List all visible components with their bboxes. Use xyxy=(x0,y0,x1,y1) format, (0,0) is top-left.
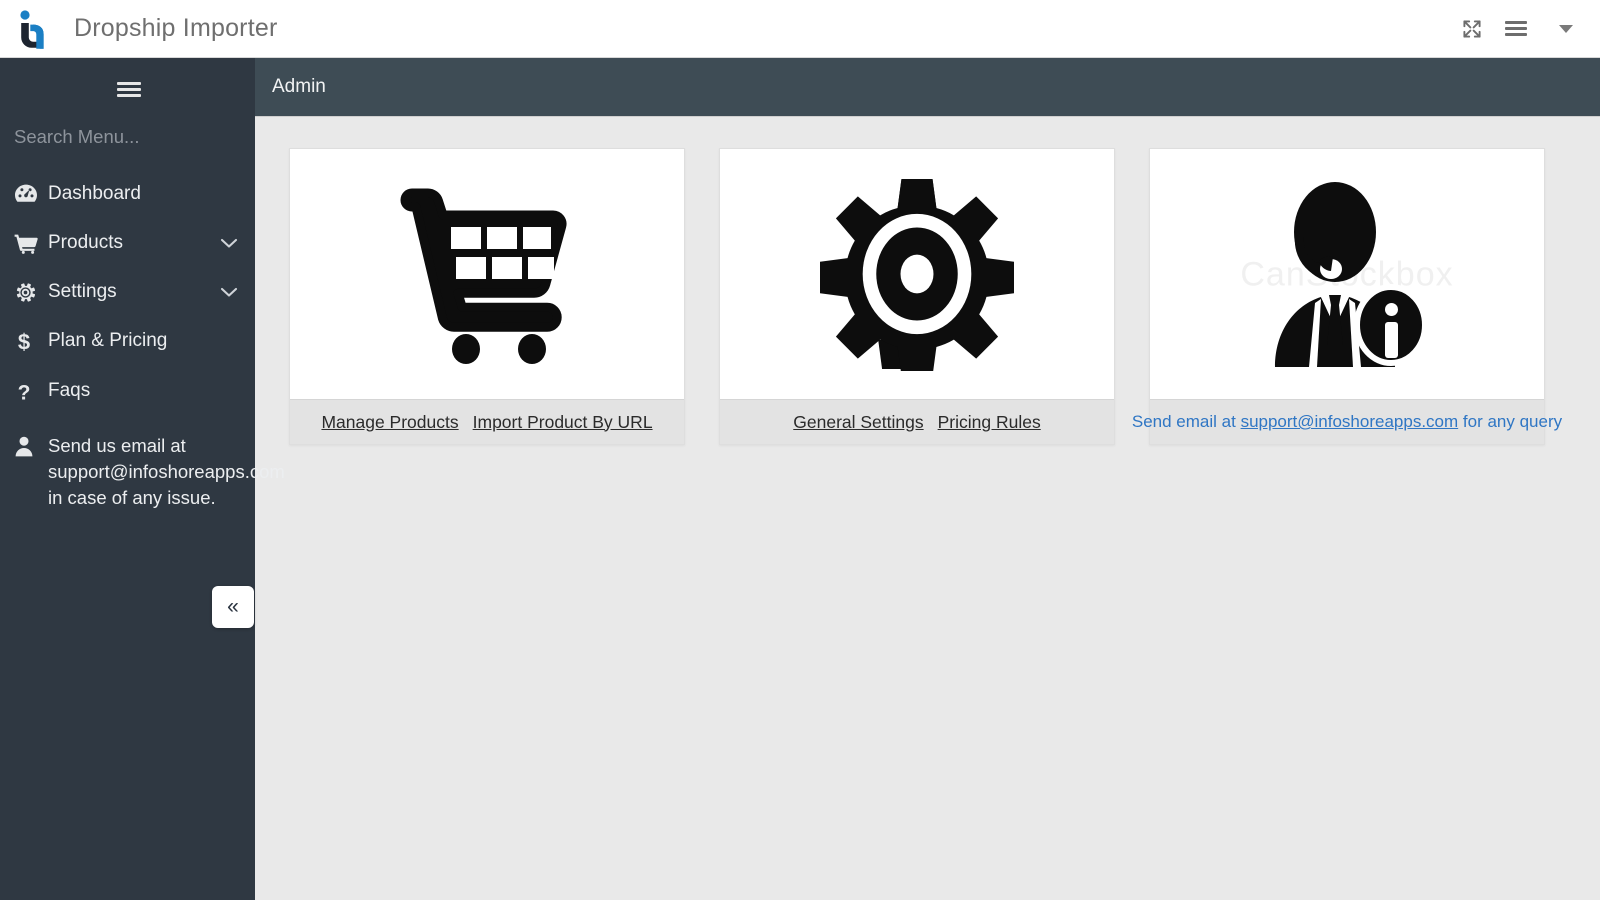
support-card-media: CanStockbox xyxy=(1150,149,1544,399)
sidebar-support-note: Send us email at support@infoshoreapps.c… xyxy=(0,417,285,512)
sidebar-support-text: Send us email at support@infoshoreapps.c… xyxy=(48,434,285,509)
shopping-cart-icon xyxy=(400,188,567,364)
products-card-media xyxy=(290,149,684,399)
gear-icon xyxy=(14,281,48,304)
sidebar-item-faqs[interactable]: ? Faqs xyxy=(0,367,255,417)
sidebar-item-dashboard[interactable]: Dashboard xyxy=(0,170,255,219)
body: Dashboard Products xyxy=(0,58,1600,900)
sidebar-item-label: Plan & Pricing xyxy=(48,330,168,352)
sidebar-item-products[interactable]: Products xyxy=(0,219,255,268)
logo-glyph xyxy=(20,9,44,49)
caret-shape xyxy=(1559,24,1573,33)
chevron-down-icon[interactable] xyxy=(1538,7,1594,51)
sidebar-menu-toggle[interactable] xyxy=(0,58,255,120)
sidebar-search xyxy=(0,122,255,152)
import-product-by-url-link[interactable]: Import Product By URL xyxy=(473,412,653,433)
page-title: Admin xyxy=(272,76,326,97)
svg-text:$: $ xyxy=(18,330,30,354)
main-content: Admin Manage Products Import Product By … xyxy=(255,58,1600,900)
top-bar: Dropship Importer xyxy=(0,0,1600,58)
sidebar-hamburger-icon xyxy=(116,79,141,100)
search-input[interactable] xyxy=(14,122,241,152)
top-bar-actions xyxy=(1450,7,1600,51)
support-agent-icon xyxy=(1275,182,1428,367)
sidebar-item-label: Products xyxy=(48,231,123,253)
support-card-footer: Send email at support@infoshoreapps.com … xyxy=(1132,399,1562,444)
products-card-footer: Manage Products Import Product By URL xyxy=(290,399,684,444)
manage-products-link[interactable]: Manage Products xyxy=(321,412,458,433)
svg-text:?: ? xyxy=(18,381,31,404)
sidebar-item-label: Dashboard xyxy=(48,183,141,204)
dollar-icon: $ xyxy=(14,330,48,354)
sidebar-item-plan-pricing[interactable]: $ Plan & Pricing xyxy=(0,317,255,367)
chevron-down-icon[interactable] xyxy=(219,285,239,299)
menu-icon[interactable] xyxy=(1494,7,1538,51)
question-icon: ? xyxy=(14,380,48,404)
pricing-rules-link[interactable]: Pricing Rules xyxy=(938,412,1041,433)
cards-container: Manage Products Import Product By URL Ge… xyxy=(255,117,1600,445)
chevron-down-icon[interactable] xyxy=(219,236,239,250)
user-icon xyxy=(14,435,48,457)
settings-card[interactable]: General Settings Pricing Rules xyxy=(719,148,1115,445)
products-card[interactable]: Manage Products Import Product By URL xyxy=(289,148,685,445)
sidebar: Dashboard Products xyxy=(0,58,285,900)
brand[interactable]: Dropship Importer xyxy=(0,8,277,50)
support-card[interactable]: CanStockbox xyxy=(1132,148,1562,445)
sidebar-item-label: Faqs xyxy=(48,380,91,402)
app-title: Dropship Importer xyxy=(74,14,278,42)
general-settings-link[interactable]: General Settings xyxy=(793,412,923,433)
support-email-prefix: Send email at xyxy=(1131,412,1241,431)
menu-icon-lines xyxy=(1505,18,1527,39)
sidebar-item-settings[interactable]: Settings xyxy=(0,268,255,317)
page-header: Admin xyxy=(255,58,1600,117)
app-root: Dropship Importer Search Menu... Dashboa… xyxy=(0,0,1600,900)
support-email-suffix: for any query xyxy=(1458,412,1563,431)
support-email-link[interactable]: support@infoshoreapps.com xyxy=(1241,412,1459,431)
dashboard-icon xyxy=(14,183,48,205)
sidebar-item-label: Settings xyxy=(48,280,117,302)
sidebar-collapse-button[interactable]: « xyxy=(212,586,254,628)
settings-card-media xyxy=(720,149,1114,399)
shopping-cart-icon xyxy=(14,233,48,254)
settings-card-footer: General Settings Pricing Rules xyxy=(720,399,1114,444)
infoshore-logo xyxy=(16,8,56,50)
fullscreen-icon[interactable] xyxy=(1450,7,1494,51)
gear-icon xyxy=(820,178,1014,371)
support-email-text: Send email at support@infoshoreapps.com … xyxy=(1132,412,1562,432)
